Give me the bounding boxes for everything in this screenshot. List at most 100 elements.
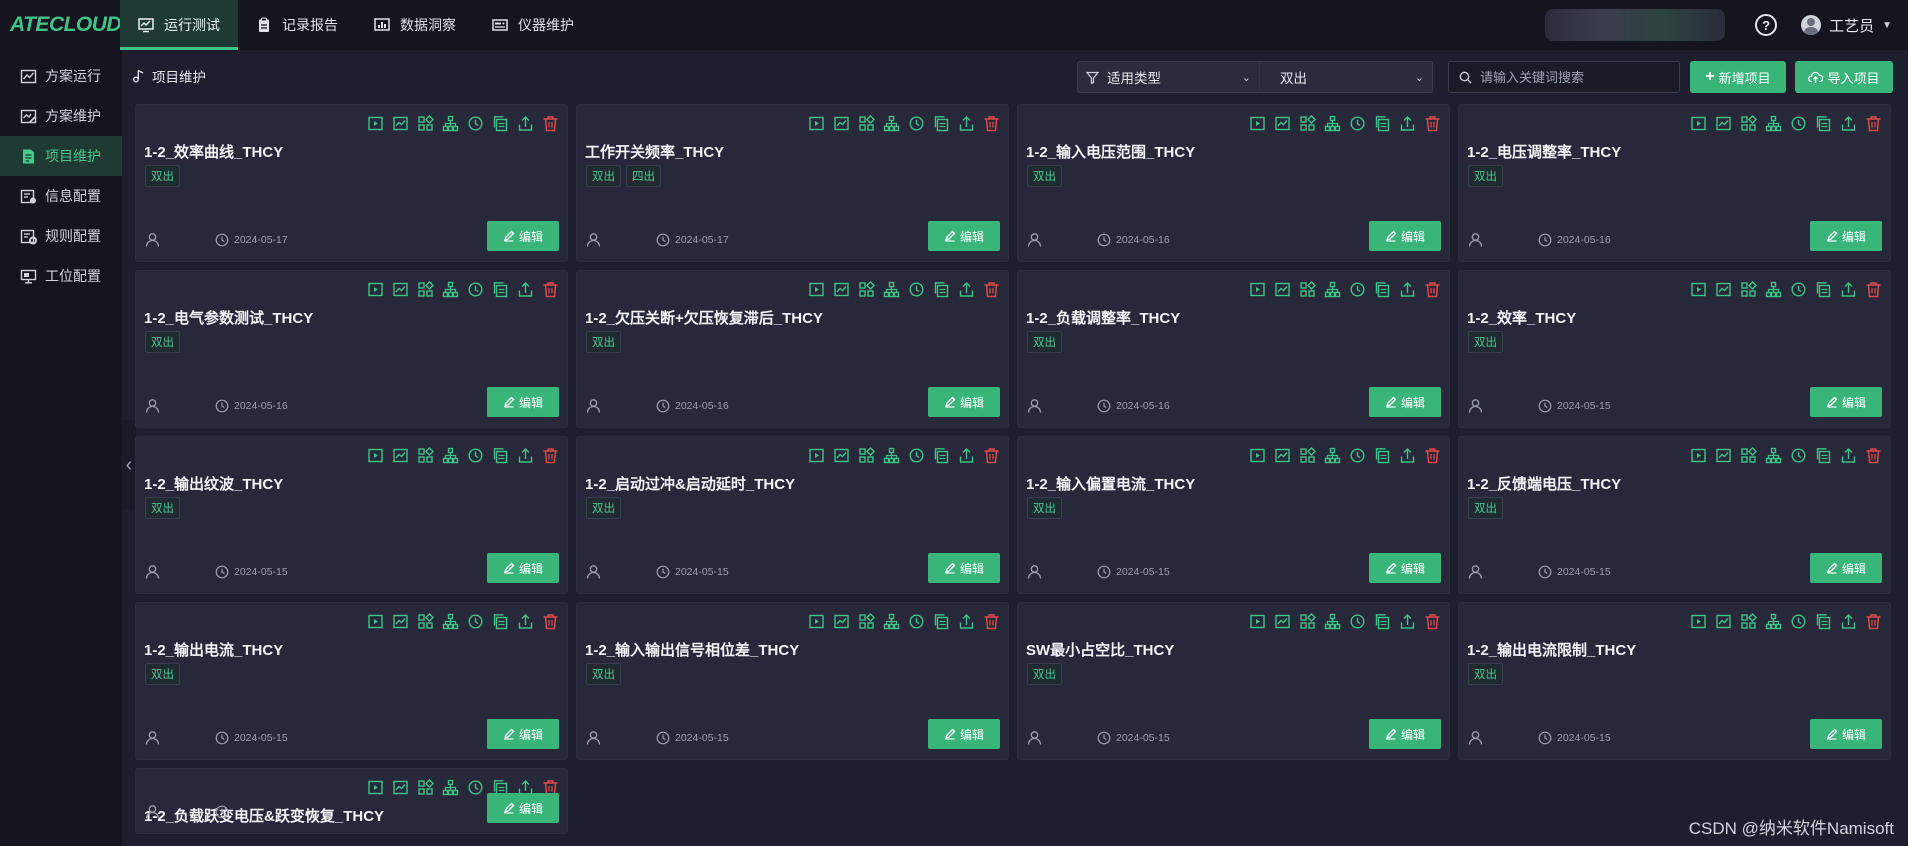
export-icon[interactable]: [958, 281, 975, 298]
chart-icon[interactable]: [392, 281, 409, 298]
run-icon[interactable]: [1690, 281, 1707, 298]
history-icon[interactable]: [467, 613, 484, 630]
copy-icon[interactable]: [1374, 115, 1391, 132]
copy-icon[interactable]: [1815, 115, 1832, 132]
copy-icon[interactable]: [492, 447, 509, 464]
grid-icon[interactable]: [417, 281, 434, 298]
run-icon[interactable]: [367, 779, 384, 796]
hierarchy-icon[interactable]: [1765, 613, 1782, 630]
run-icon[interactable]: [1690, 115, 1707, 132]
hierarchy-icon[interactable]: [442, 115, 459, 132]
nav-tab-data-insight[interactable]: 数据洞察: [356, 0, 474, 50]
hierarchy-icon[interactable]: [442, 613, 459, 630]
history-icon[interactable]: [1790, 281, 1807, 298]
hierarchy-icon[interactable]: [1324, 115, 1341, 132]
export-icon[interactable]: [1840, 447, 1857, 464]
collapse-sidebar-button[interactable]: ‹: [122, 420, 136, 510]
delete-icon[interactable]: [1424, 447, 1441, 464]
edit-button[interactable]: 编辑: [487, 387, 559, 417]
grid-icon[interactable]: [1299, 613, 1316, 630]
export-icon[interactable]: [1840, 115, 1857, 132]
grid-icon[interactable]: [1740, 281, 1757, 298]
filter-type-select[interactable]: 适用类型 ⌄: [1078, 62, 1260, 92]
edit-button[interactable]: 编辑: [928, 719, 1000, 749]
chart-icon[interactable]: [1715, 281, 1732, 298]
export-icon[interactable]: [958, 115, 975, 132]
run-icon[interactable]: [808, 613, 825, 630]
export-icon[interactable]: [517, 613, 534, 630]
history-icon[interactable]: [1790, 115, 1807, 132]
grid-icon[interactable]: [1299, 115, 1316, 132]
grid-icon[interactable]: [417, 613, 434, 630]
chart-icon[interactable]: [1274, 447, 1291, 464]
grid-icon[interactable]: [417, 115, 434, 132]
hierarchy-icon[interactable]: [1324, 281, 1341, 298]
export-icon[interactable]: [1399, 613, 1416, 630]
delete-icon[interactable]: [1865, 115, 1882, 132]
copy-icon[interactable]: [933, 447, 950, 464]
delete-icon[interactable]: [1865, 447, 1882, 464]
chart-icon[interactable]: [833, 613, 850, 630]
chart-icon[interactable]: [833, 447, 850, 464]
nav-tab-record-report[interactable]: 记录报告: [238, 0, 356, 50]
filter-value-select[interactable]: 双出 ⌄: [1260, 62, 1432, 92]
copy-icon[interactable]: [1374, 447, 1391, 464]
delete-icon[interactable]: [1424, 115, 1441, 132]
run-icon[interactable]: [1249, 115, 1266, 132]
nav-tab-instrument-maintenance[interactable]: 仪器维护: [474, 0, 592, 50]
grid-icon[interactable]: [858, 281, 875, 298]
delete-icon[interactable]: [1424, 613, 1441, 630]
copy-icon[interactable]: [933, 613, 950, 630]
grid-icon[interactable]: [858, 613, 875, 630]
edit-button[interactable]: 编辑: [487, 553, 559, 583]
chart-icon[interactable]: [1715, 613, 1732, 630]
hierarchy-icon[interactable]: [442, 281, 459, 298]
grid-icon[interactable]: [858, 447, 875, 464]
edit-button[interactable]: 编辑: [1810, 553, 1882, 583]
delete-icon[interactable]: [542, 447, 559, 464]
sidebar-item-plan-run[interactable]: 方案运行: [0, 56, 122, 96]
history-icon[interactable]: [1790, 447, 1807, 464]
delete-icon[interactable]: [542, 281, 559, 298]
export-icon[interactable]: [958, 447, 975, 464]
export-icon[interactable]: [958, 613, 975, 630]
hierarchy-icon[interactable]: [1765, 281, 1782, 298]
hierarchy-icon[interactable]: [1324, 613, 1341, 630]
import-project-button[interactable]: 导入项目: [1795, 61, 1893, 93]
run-icon[interactable]: [1249, 613, 1266, 630]
search-box[interactable]: [1448, 61, 1680, 93]
edit-button[interactable]: 编辑: [487, 719, 559, 749]
delete-icon[interactable]: [983, 613, 1000, 630]
chart-icon[interactable]: [1715, 447, 1732, 464]
export-icon[interactable]: [517, 281, 534, 298]
delete-icon[interactable]: [983, 447, 1000, 464]
type-filter[interactable]: 适用类型 ⌄ 双出 ⌄: [1077, 61, 1433, 93]
history-icon[interactable]: [908, 115, 925, 132]
edit-button[interactable]: 编辑: [487, 221, 559, 251]
chart-icon[interactable]: [392, 115, 409, 132]
grid-icon[interactable]: [1740, 447, 1757, 464]
delete-icon[interactable]: [1424, 281, 1441, 298]
history-icon[interactable]: [908, 447, 925, 464]
hierarchy-icon[interactable]: [883, 281, 900, 298]
history-icon[interactable]: [467, 115, 484, 132]
copy-icon[interactable]: [492, 281, 509, 298]
chart-icon[interactable]: [392, 779, 409, 796]
hierarchy-icon[interactable]: [1765, 447, 1782, 464]
history-icon[interactable]: [908, 613, 925, 630]
history-icon[interactable]: [467, 447, 484, 464]
copy-icon[interactable]: [1374, 613, 1391, 630]
hierarchy-icon[interactable]: [1765, 115, 1782, 132]
chart-icon[interactable]: [1715, 115, 1732, 132]
delete-icon[interactable]: [1865, 281, 1882, 298]
history-icon[interactable]: [1349, 115, 1366, 132]
hierarchy-icon[interactable]: [883, 613, 900, 630]
grid-icon[interactable]: [1740, 613, 1757, 630]
hierarchy-icon[interactable]: [442, 447, 459, 464]
run-icon[interactable]: [808, 281, 825, 298]
sidebar-item-info-config[interactable]: 信息配置: [0, 176, 122, 216]
run-icon[interactable]: [1690, 613, 1707, 630]
hierarchy-icon[interactable]: [1324, 447, 1341, 464]
copy-icon[interactable]: [933, 281, 950, 298]
chart-icon[interactable]: [833, 281, 850, 298]
